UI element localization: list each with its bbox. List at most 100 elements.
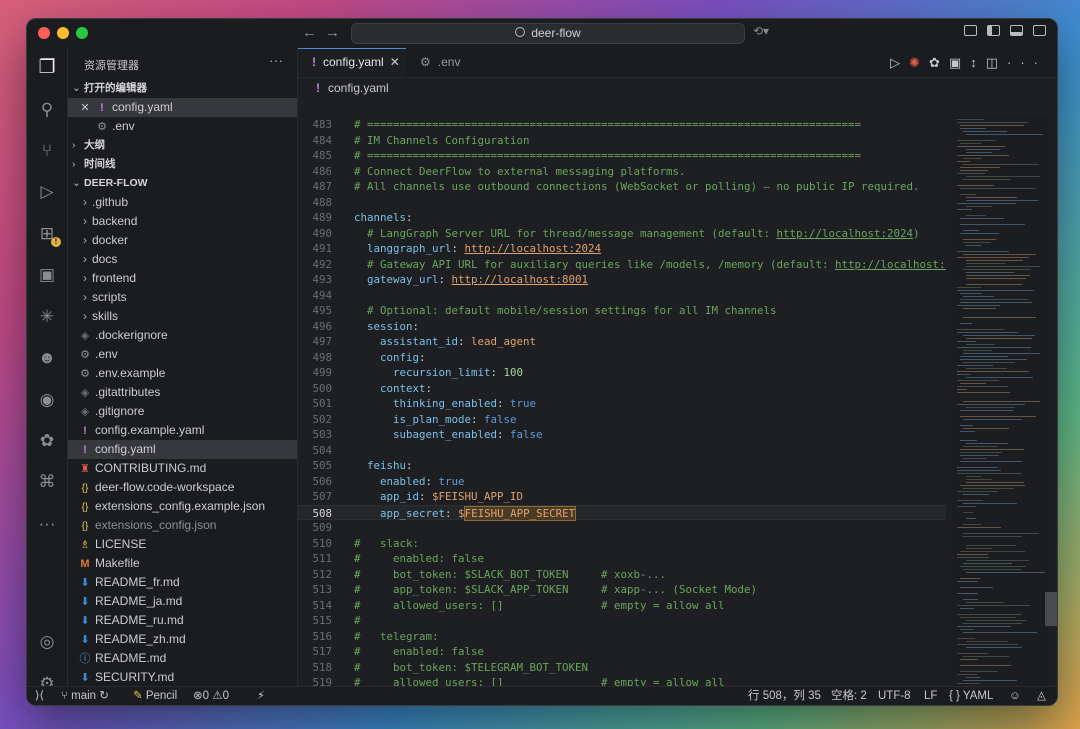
github-icon[interactable]: ◉ bbox=[35, 388, 59, 412]
folder-row[interactable]: › skills bbox=[68, 307, 297, 326]
minimize-window-button[interactable] bbox=[57, 27, 69, 39]
split-editor-icon[interactable]: ◫ bbox=[986, 55, 1007, 70]
explorer-more-button[interactable]: ··· bbox=[269, 52, 283, 68]
file-row[interactable]: ⬇ SECURITY.md bbox=[68, 668, 297, 687]
code-token: : bbox=[406, 211, 413, 224]
file-row[interactable]: ⬇ README_fr.md bbox=[68, 573, 297, 592]
line-number: 488 bbox=[312, 195, 332, 209]
file-row[interactable]: {} extensions_config.json bbox=[68, 516, 297, 535]
file-row[interactable]: {} extensions_config.example.json bbox=[68, 497, 297, 516]
indentation[interactable]: 空格: 2 bbox=[831, 687, 867, 705]
compare-icon[interactable]: ↕ bbox=[970, 55, 986, 70]
alien-icon[interactable]: ☻ bbox=[35, 346, 59, 370]
folder-chevron-icon: › bbox=[83, 309, 87, 323]
folder-row[interactable]: › .github bbox=[68, 193, 297, 212]
branch-indicator[interactable]: ⑂ main ↻ bbox=[61, 687, 109, 705]
run-icon[interactable]: ▷ bbox=[890, 55, 909, 70]
open-editor-config-yaml[interactable]: ✕! config.yaml bbox=[68, 98, 297, 117]
toggle-panel-icon[interactable] bbox=[1010, 25, 1023, 36]
minimap-line bbox=[966, 443, 1008, 445]
more-actions-icon[interactable]: ··· bbox=[1007, 55, 1047, 70]
figma-icon[interactable]: ⌘ bbox=[35, 470, 59, 494]
file-row[interactable]: ! config.example.yaml bbox=[68, 421, 297, 440]
maximize-window-button[interactable] bbox=[76, 27, 88, 39]
arrow-left-icon[interactable]: ← bbox=[302, 24, 317, 41]
tab-config-yaml[interactable]: ! config.yaml ✕ bbox=[298, 48, 406, 77]
toggle-sidebar-icon[interactable] bbox=[987, 25, 1000, 36]
file-row[interactable]: ⚙ .env bbox=[68, 345, 297, 364]
folder-row[interactable]: › docs bbox=[68, 250, 297, 269]
file-row[interactable]: ◈ .gitignore bbox=[68, 402, 297, 421]
spark-icon[interactable]: ✺ bbox=[909, 55, 929, 70]
code-editor[interactable]: 483 # ===================================… bbox=[298, 117, 946, 687]
folder-row[interactable]: › frontend bbox=[68, 269, 297, 288]
file-row[interactable]: ! config.yaml bbox=[68, 440, 297, 459]
copilot-status-icon[interactable]: ☺ bbox=[1009, 687, 1021, 705]
file-row[interactable]: M Makefile bbox=[68, 554, 297, 573]
copilot-icon[interactable]: ⟲▾ bbox=[753, 24, 769, 38]
folder-row[interactable]: › docker bbox=[68, 231, 297, 250]
file-row[interactable]: ⬇ README_ru.md bbox=[68, 611, 297, 630]
file-row[interactable]: ⓘ README.md bbox=[68, 649, 297, 668]
extensions-icon[interactable]: ⊞! bbox=[35, 222, 61, 247]
breadcrumb[interactable]: ! config.yaml bbox=[316, 78, 389, 98]
layout-icon[interactable] bbox=[964, 25, 977, 36]
minimap-line bbox=[957, 119, 984, 121]
cursor-position[interactable]: 行 508，列 35 bbox=[748, 687, 821, 705]
file-row[interactable]: ◈ .dockerignore bbox=[68, 326, 297, 345]
source-control-icon[interactable]: ⑂ bbox=[35, 139, 59, 163]
close-window-button[interactable] bbox=[38, 27, 50, 39]
outline-section[interactable]: › 大纲 bbox=[68, 136, 297, 155]
bolt-icon[interactable]: ⚡ bbox=[257, 687, 265, 705]
open-editors-section[interactable]: ⌄ 打开的编辑器 bbox=[68, 79, 297, 98]
pencil-status[interactable]: ✎ Pencil bbox=[133, 687, 177, 705]
encoding[interactable]: UTF-8 bbox=[878, 687, 911, 705]
problems-indicator[interactable]: ⊗0 ⚠0 bbox=[193, 687, 229, 705]
timeline-section[interactable]: › 时间线 bbox=[68, 155, 297, 174]
toggle-secondary-icon[interactable] bbox=[1033, 25, 1046, 36]
preview-icon[interactable]: ▣ bbox=[949, 55, 970, 70]
account-icon[interactable]: ◎ bbox=[35, 630, 59, 654]
minimap-line bbox=[957, 371, 1029, 373]
file-row[interactable]: ♜ CONTRIBUTING.md bbox=[68, 459, 297, 478]
file-row[interactable]: ◈ .gitattributes bbox=[68, 383, 297, 402]
minimap[interactable] bbox=[953, 117, 1048, 687]
folder-row[interactable]: › backend bbox=[68, 212, 297, 231]
remote-indicator[interactable]: ⟩⟨ bbox=[35, 687, 44, 705]
run-debug-icon[interactable]: ▷ bbox=[35, 180, 59, 204]
file-row[interactable]: ⬇ README_ja.md bbox=[68, 592, 297, 611]
code-line: 511 # enabled: false bbox=[298, 551, 946, 567]
remote-explorer-icon[interactable]: ▣ bbox=[35, 263, 59, 287]
minimap-line bbox=[957, 527, 1001, 529]
file-row[interactable]: ♗ LICENSE bbox=[68, 535, 297, 554]
more-icon[interactable]: ··· bbox=[35, 512, 59, 536]
close-icon[interactable]: ✕ bbox=[390, 55, 400, 69]
file-row[interactable]: {} deer-flow.code-workspace bbox=[68, 478, 297, 497]
minimap-line bbox=[966, 407, 1015, 409]
close-icon[interactable]: ✕ bbox=[78, 99, 92, 118]
explorer-icon[interactable]: ❐ bbox=[35, 56, 59, 80]
line-number: 512 bbox=[312, 567, 332, 581]
line-ending[interactable]: LF bbox=[924, 687, 937, 705]
search-icon[interactable]: ⚲ bbox=[35, 98, 59, 122]
minimap-line bbox=[966, 200, 1038, 202]
language-mode[interactable]: { } YAML bbox=[949, 687, 993, 705]
notifications-icon[interactable]: ◬ bbox=[1037, 687, 1046, 705]
file-row[interactable]: ⬇ README_zh.md bbox=[68, 630, 297, 649]
file-label: README_ja.md bbox=[95, 594, 183, 608]
file-row[interactable]: ⚙ .env.example bbox=[68, 364, 297, 383]
file-label: .env bbox=[95, 347, 118, 361]
command-center-search[interactable]: deer-flow bbox=[351, 23, 745, 44]
folder-row[interactable]: › scripts bbox=[68, 288, 297, 307]
minimap-line bbox=[966, 149, 1000, 151]
code-token: # ======================================… bbox=[354, 149, 862, 162]
open-editor-env[interactable]: ⚙ .env bbox=[68, 117, 297, 136]
project-section[interactable]: ⌄ DEER-FLOW bbox=[68, 174, 297, 193]
openai-icon[interactable]: ✿ bbox=[35, 429, 59, 453]
scrollbar-thumb[interactable] bbox=[1045, 592, 1057, 626]
tab-env[interactable]: ⚙ .env bbox=[406, 48, 490, 77]
pencil-ai-icon[interactable]: ✳ bbox=[35, 305, 59, 329]
code-token: is_plan_mode bbox=[393, 412, 472, 426]
openai-icon[interactable]: ✿ bbox=[929, 55, 949, 70]
arrow-right-icon[interactable]: → bbox=[325, 24, 340, 41]
